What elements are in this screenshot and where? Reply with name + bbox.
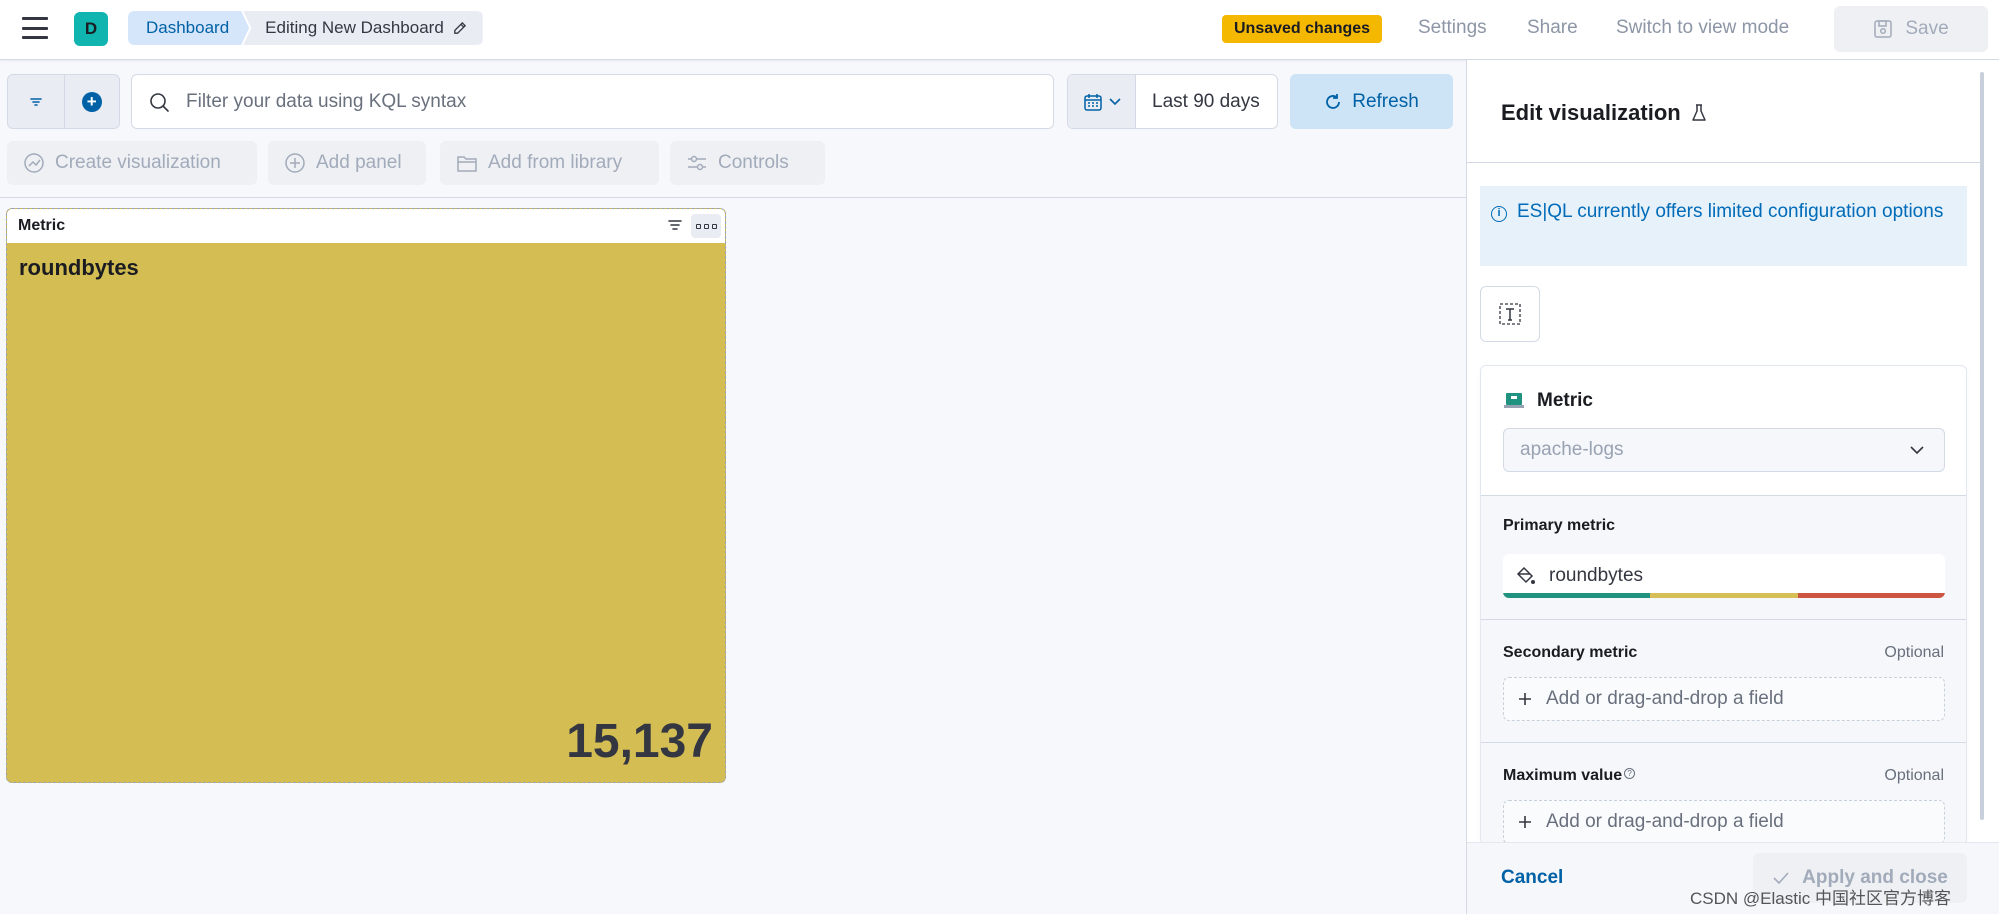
panel-options-button[interactable] [691, 214, 721, 238]
panel-header: Metric [7, 209, 725, 243]
maximum-value-text: Maximum value [1503, 767, 1623, 784]
add-panel-label: Add panel [316, 152, 402, 173]
add-filter-button[interactable]: + [63, 75, 120, 128]
cancel-button[interactable]: Cancel [1501, 867, 1563, 889]
secondary-metric-placeholder: Add or drag-and-drop a field [1546, 688, 1784, 709]
controls-button[interactable]: Controls [670, 141, 825, 185]
beaker-icon [1691, 104, 1706, 121]
data-source-value: apache-logs [1520, 439, 1624, 460]
space-avatar[interactable]: D [74, 12, 108, 46]
primary-metric-field[interactable]: roundbytes [1503, 554, 1945, 598]
info-icon: i [1491, 206, 1507, 222]
folder-icon [457, 156, 477, 172]
quick-select-button[interactable] [1068, 75, 1136, 128]
controls-icon [688, 155, 706, 171]
secondary-optional-label: Optional [1884, 644, 1944, 661]
unsaved-changes-badge: Unsaved changes [1222, 15, 1383, 43]
filter-controls: + [7, 74, 120, 129]
plus-icon: + [81, 91, 102, 112]
breadcrumb-editing[interactable]: Editing New Dashboard [243, 11, 483, 45]
chevron-down-icon [1108, 97, 1121, 105]
esql-limited-callout: i ES|QL currently offers limited configur… [1480, 186, 1967, 266]
calendar-icon [1083, 93, 1102, 111]
layer-header: Metric [1503, 390, 1593, 412]
flyout-divider [1467, 162, 1983, 163]
metric-name: roundbytes [19, 255, 139, 280]
create-visualization-label: Create visualization [55, 152, 221, 173]
layer-panel: Metric apache-logs Primary metric roundb… [1480, 365, 1967, 845]
check-icon [1773, 872, 1789, 885]
save-label: Save [1905, 18, 1949, 39]
text-icon [1499, 303, 1521, 325]
data-source-select[interactable]: apache-logs [1503, 428, 1945, 472]
switch-to-view-mode-link[interactable]: Switch to view mode [1616, 17, 1789, 39]
pencil-icon [453, 21, 466, 34]
primary-metric-section: Primary metric roundbytes [1481, 495, 1966, 619]
add-from-library-label: Add from library [488, 152, 623, 173]
add-from-library-button[interactable]: Add from library [440, 141, 659, 185]
secondary-metric-section: Secondary metric Optional Add or drag-an… [1481, 619, 1966, 742]
color-palette-bar [1503, 593, 1945, 598]
metric-chart-icon [1504, 393, 1524, 408]
callout-text: ES|QL currently offers limited configura… [1517, 201, 1944, 222]
top-header: D Dashboard Editing New Dashboard Unsave… [0, 0, 1999, 60]
settings-link[interactable]: Settings [1418, 17, 1487, 39]
save-icon [1874, 20, 1893, 38]
create-visualization-button[interactable]: Create visualization [7, 141, 257, 185]
panel-title: Metric [18, 217, 66, 234]
date-range-label: Last 90 days [1152, 90, 1260, 112]
flyout-scrollbar[interactable] [1980, 72, 1984, 820]
refresh-icon [1326, 93, 1341, 109]
breadcrumb-dashboard[interactable]: Dashboard [128, 11, 249, 45]
kql-search-input[interactable]: Filter your data using KQL syntax [131, 74, 1054, 129]
watermark-text: CSDN @Elastic 中国社区官方博客 [1690, 889, 1951, 908]
date-picker[interactable]: Last 90 days [1067, 74, 1278, 129]
plus-icon [1519, 816, 1531, 828]
toolbar-divider [0, 197, 1466, 198]
maximum-value-label: Maximum value? [1503, 767, 1636, 785]
maximum-value-section: Maximum value? Optional Add or drag-and-… [1481, 742, 1966, 844]
share-link[interactable]: Share [1527, 17, 1578, 39]
palette-stop-yellow [1650, 593, 1798, 598]
add-panel-button[interactable]: Add panel [268, 141, 426, 185]
filter-icon[interactable] [667, 218, 683, 232]
palette-stop-red [1797, 593, 1945, 598]
metric-value: 15,137 [566, 715, 713, 768]
layer-title: Metric [1537, 390, 1593, 411]
chevron-down-icon [1910, 446, 1924, 455]
primary-metric-value: roundbytes [1549, 565, 1644, 586]
primary-metric-label: Primary metric [1503, 517, 1616, 534]
max-optional-label: Optional [1884, 767, 1944, 784]
secondary-metric-dropzone[interactable]: Add or drag-and-drop a field [1503, 677, 1945, 721]
paint-bucket-icon [1516, 566, 1535, 584]
plus-circle-icon [285, 153, 305, 173]
maximum-value-placeholder: Add or drag-and-drop a field [1546, 811, 1784, 832]
edit-visualization-flyout: Edit visualization i ES|QL currently offe… [1466, 60, 1999, 914]
search-placeholder: Filter your data using KQL syntax [186, 90, 467, 112]
visualize-icon [24, 153, 44, 173]
flyout-title: Edit visualization [1501, 100, 1707, 126]
filter-menu-button[interactable] [8, 75, 64, 128]
secondary-metric-label: Secondary metric [1503, 644, 1638, 661]
plus-icon [1519, 693, 1531, 705]
palette-stop-green [1503, 593, 1651, 598]
menu-icon[interactable] [22, 17, 48, 39]
breadcrumb: Dashboard Editing New Dashboard [128, 11, 483, 45]
refresh-button[interactable]: Refresh [1290, 74, 1453, 129]
metric-panel[interactable]: Metric roundbytes 15,137 [6, 208, 726, 783]
controls-label: Controls [718, 152, 789, 173]
help-icon[interactable]: ? [1624, 768, 1636, 779]
flyout-title-label: Edit visualization [1501, 100, 1681, 125]
breadcrumb-editing-label: Editing New Dashboard [265, 18, 444, 37]
search-icon [150, 93, 169, 112]
maximum-value-dropzone[interactable]: Add or drag-and-drop a field [1503, 800, 1945, 844]
refresh-label: Refresh [1352, 90, 1419, 112]
text-based-toggle-button[interactable] [1480, 286, 1540, 342]
save-button[interactable]: Save [1834, 6, 1988, 52]
filter-icon [29, 97, 42, 106]
